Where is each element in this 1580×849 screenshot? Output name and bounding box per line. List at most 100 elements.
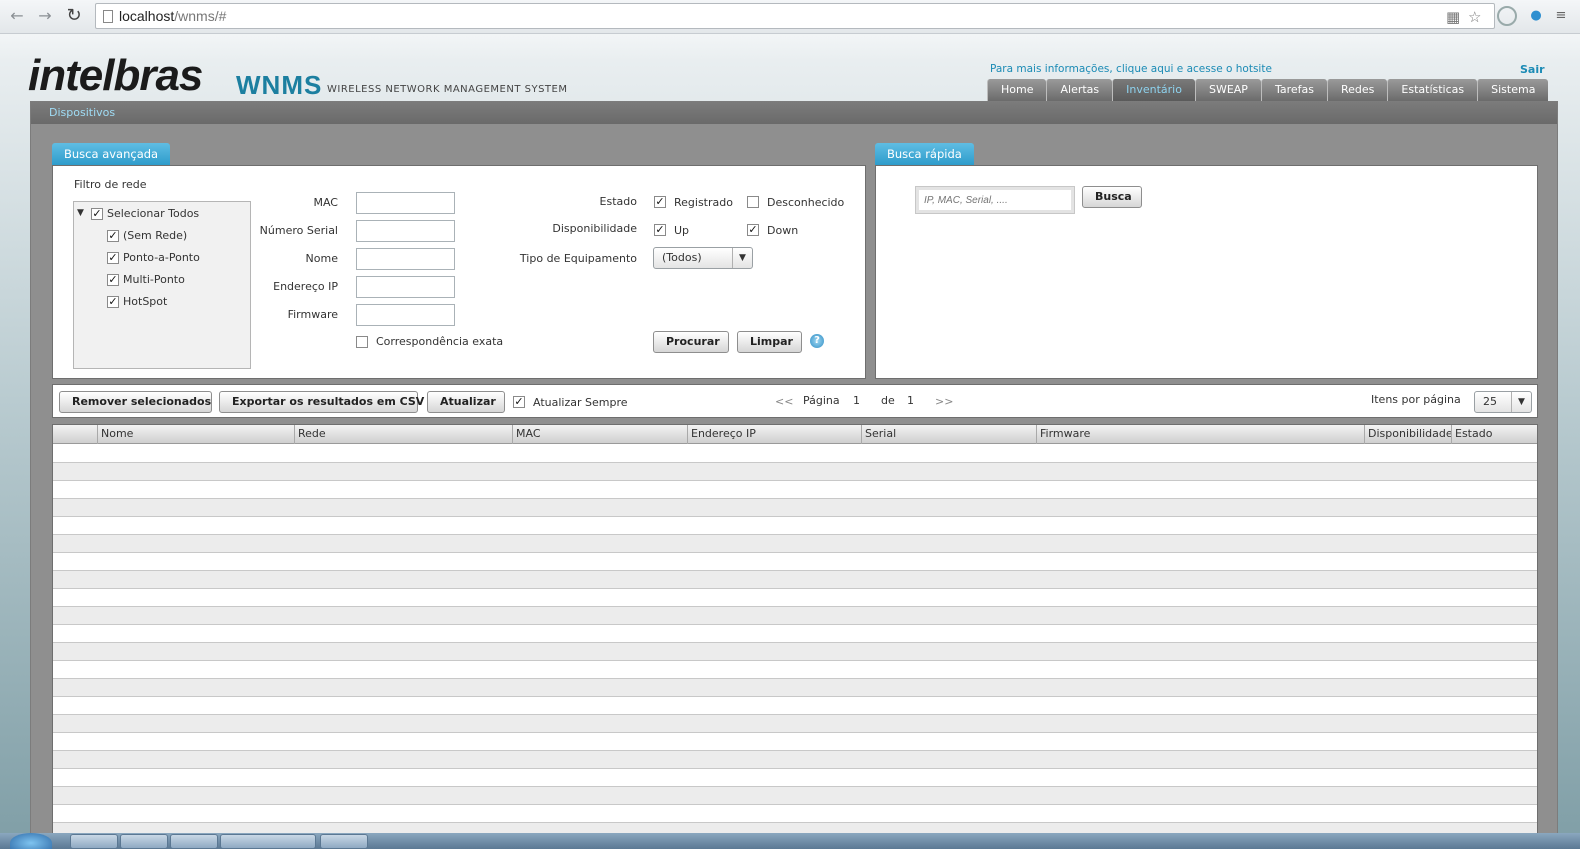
table-row	[53, 697, 1537, 715]
menu-sweap[interactable]: SWEAP	[1194, 79, 1261, 101]
table-row	[53, 679, 1537, 697]
table-row	[53, 607, 1537, 625]
menu-icon[interactable]: ≡	[1551, 6, 1571, 26]
tree-item-label: Ponto-a-Ponto	[123, 251, 200, 264]
equipment-type-select[interactable]: (Todos) ▼	[653, 247, 753, 269]
chevron-down-icon: ▼	[732, 248, 752, 268]
main-menu: Home Alertas Inventário SWEAP Tarefas Re…	[987, 79, 1549, 101]
first-page-button[interactable]: <<	[775, 395, 793, 408]
subnav-bar: Dispositivos	[31, 102, 1557, 124]
column-serial[interactable]: Serial	[861, 425, 1036, 444]
forward-icon[interactable]: →	[34, 5, 56, 27]
taskbar-item[interactable]	[120, 834, 168, 849]
tree-checkbox-sem-rede[interactable]: ✓	[107, 230, 119, 242]
table-row	[53, 445, 1537, 463]
menu-tarefas[interactable]: Tarefas	[1260, 79, 1327, 101]
export-csv-button[interactable]: Exportar os resultados em CSV	[219, 391, 424, 413]
items-per-page-value: 25	[1483, 395, 1497, 408]
grid-header: Nome Rede MAC Endereço IP Serial Firmwar…	[53, 425, 1537, 444]
table-row	[53, 805, 1537, 823]
firmware-label: Firmware	[287, 308, 338, 321]
ip-input[interactable]	[356, 276, 455, 298]
taskbar-item[interactable]	[220, 834, 316, 849]
taskbar-item[interactable]	[320, 834, 368, 849]
tree-checkbox-ponto-a-ponto[interactable]: ✓	[107, 252, 119, 264]
product-subtitle: WIRELESS NETWORK MANAGEMENT SYSTEM	[327, 84, 568, 95]
back-icon[interactable]: ←	[6, 5, 28, 27]
browser-toolbar: ← → ↻ localhost/wnms/# ▦ ☆ ● ≡	[0, 0, 1580, 34]
quick-search-button[interactable]: Busca	[1082, 186, 1142, 208]
select-all-checkbox[interactable]: ✓	[91, 208, 103, 220]
column-rede[interactable]: Rede	[294, 425, 512, 444]
menu-sistema[interactable]: Sistema	[1477, 79, 1549, 101]
start-button[interactable]	[10, 833, 52, 849]
table-row	[53, 463, 1537, 481]
menu-redes[interactable]: Redes	[1326, 79, 1388, 101]
name-input[interactable]	[356, 248, 455, 270]
column-mac[interactable]: MAC	[512, 425, 687, 444]
table-row	[53, 715, 1537, 733]
quick-search-input[interactable]	[915, 186, 1075, 214]
translate-icon[interactable]: ▦	[1446, 8, 1460, 26]
page-label: Página	[803, 394, 840, 407]
network-tree: ▼ ✓ Selecionar Todos ✓ (Sem Rede) ✓ Pont…	[73, 201, 251, 369]
ip-label: Endereço IP	[273, 280, 338, 293]
page-total: 1	[907, 394, 914, 407]
advanced-search-panel: Filtro de rede ▼ ✓ Selecionar Todos ✓ (S…	[52, 165, 866, 379]
table-row	[53, 751, 1537, 769]
tree-collapse-icon[interactable]: ▼	[77, 208, 84, 218]
tree-checkbox-hotspot[interactable]: ✓	[107, 296, 119, 308]
column-estado[interactable]: Estado	[1451, 425, 1537, 444]
auto-refresh-checkbox[interactable]: ✓	[513, 396, 525, 408]
column-select[interactable]	[53, 425, 97, 444]
quick-search-panel: Busca	[875, 165, 1538, 379]
extension-icon[interactable]	[1497, 6, 1517, 26]
devices-grid: Nome Rede MAC Endereço IP Serial Firmwar…	[52, 424, 1538, 849]
mac-input[interactable]	[356, 192, 455, 214]
exact-match-checkbox[interactable]	[356, 336, 368, 348]
next-page-button[interactable]: >>	[935, 395, 953, 408]
serial-input[interactable]	[356, 220, 455, 242]
address-bar[interactable]: localhost/wnms/# ▦ ☆	[95, 3, 1495, 29]
reload-icon[interactable]: ↻	[63, 5, 85, 27]
tree-item-label: Multi-Ponto	[123, 273, 185, 286]
breadcrumb-dispositivos[interactable]: Dispositivos	[49, 106, 115, 119]
menu-home[interactable]: Home	[987, 79, 1047, 101]
clear-button[interactable]: Limpar	[737, 331, 802, 353]
hotsite-link[interactable]: Para mais informações, clique aqui e ace…	[990, 63, 1272, 75]
taskbar-item[interactable]	[170, 834, 218, 849]
availability-down-checkbox[interactable]: ✓	[747, 224, 759, 236]
remove-selected-button[interactable]: Remover selecionados	[59, 391, 212, 413]
column-endereco-ip[interactable]: Endereço IP	[687, 425, 861, 444]
tree-item-label: HotSpot	[123, 295, 168, 308]
items-per-page-select[interactable]: 25 ▼	[1474, 391, 1532, 413]
column-nome[interactable]: Nome	[97, 425, 294, 444]
chat-icon[interactable]: ●	[1526, 6, 1546, 26]
table-row	[53, 553, 1537, 571]
menu-inventario[interactable]: Inventário	[1112, 79, 1195, 101]
logout-link[interactable]: Sair	[1520, 63, 1545, 76]
tab-busca-avancada[interactable]: Busca avançada	[52, 143, 171, 165]
state-registered-checkbox[interactable]: ✓	[654, 196, 666, 208]
column-disponibilidade[interactable]: Disponibilidade	[1364, 425, 1451, 444]
help-icon[interactable]: ?	[810, 334, 824, 348]
column-firmware[interactable]: Firmware	[1036, 425, 1364, 444]
tree-item-label: (Sem Rede)	[123, 229, 188, 242]
search-button[interactable]: Procurar	[653, 331, 729, 353]
availability-label: Disponibilidade	[552, 222, 637, 235]
refresh-button[interactable]: Atualizar	[427, 391, 505, 413]
product-name: WNMS	[236, 70, 323, 100]
table-row	[53, 499, 1537, 517]
menu-alertas[interactable]: Alertas	[1046, 79, 1113, 101]
menu-estatisticas[interactable]: Estatísticas	[1387, 79, 1478, 101]
availability-up-checkbox[interactable]: ✓	[654, 224, 666, 236]
table-row	[53, 769, 1537, 787]
tree-checkbox-multi-ponto[interactable]: ✓	[107, 274, 119, 286]
state-unknown-checkbox[interactable]	[747, 196, 759, 208]
table-row	[53, 589, 1537, 607]
taskbar-item[interactable]	[70, 834, 118, 849]
tab-busca-rapida[interactable]: Busca rápida	[875, 143, 974, 165]
star-icon[interactable]: ☆	[1468, 8, 1481, 26]
firmware-input[interactable]	[356, 304, 455, 326]
table-row	[53, 535, 1537, 553]
